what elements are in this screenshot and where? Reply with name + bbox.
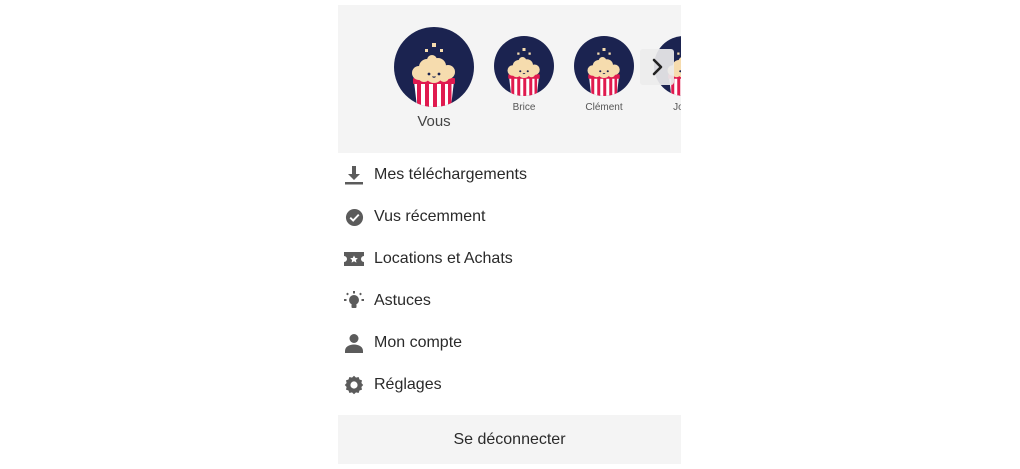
menu-item-recently-watched[interactable]: Vus récemment (338, 196, 681, 238)
ticket-icon (343, 248, 365, 270)
menu-item-rentals[interactable]: Locations et Achats (338, 238, 681, 280)
download-icon (343, 164, 365, 186)
menu-item-settings[interactable]: Réglages (338, 364, 681, 406)
avatar (394, 27, 474, 107)
profile-name: Clément (585, 102, 623, 113)
profile-name: Jona (673, 102, 681, 113)
menu-item-label: Mon compte (374, 334, 463, 351)
logout-button[interactable]: Se déconnecter (338, 415, 681, 464)
profile-clement[interactable]: Clément (574, 36, 634, 113)
gear-icon (343, 374, 365, 396)
menu-item-label: Réglages (374, 376, 442, 393)
avatar (494, 36, 554, 96)
profile-you[interactable]: Vous (394, 27, 474, 130)
menu-item-label: Locations et Achats (374, 250, 513, 267)
profile-name: Vous (417, 113, 451, 130)
person-icon (343, 332, 365, 354)
menu-item-label: Mes téléchargements (374, 166, 527, 183)
account-menu: Mes téléchargements Vus récemment Locati… (338, 154, 681, 406)
profile-switcher: Vous Brice Clément Jona (338, 5, 681, 153)
menu-item-downloads[interactable]: Mes téléchargements (338, 154, 681, 196)
lightbulb-icon (343, 290, 365, 312)
chevron-right-icon (652, 58, 663, 76)
menu-item-tips[interactable]: Astuces (338, 280, 681, 322)
menu-item-label: Vus récemment (374, 208, 486, 225)
next-profiles-button[interactable] (640, 49, 674, 85)
menu-item-label: Astuces (374, 292, 431, 309)
profile-brice[interactable]: Brice (494, 36, 554, 113)
profile-menu-panel: Vous Brice Clément Jona Mes téléchargeme… (338, 5, 681, 464)
check-circle-icon (343, 206, 365, 228)
avatar (574, 36, 634, 96)
menu-item-account[interactable]: Mon compte (338, 322, 681, 364)
profile-name: Brice (512, 102, 536, 113)
